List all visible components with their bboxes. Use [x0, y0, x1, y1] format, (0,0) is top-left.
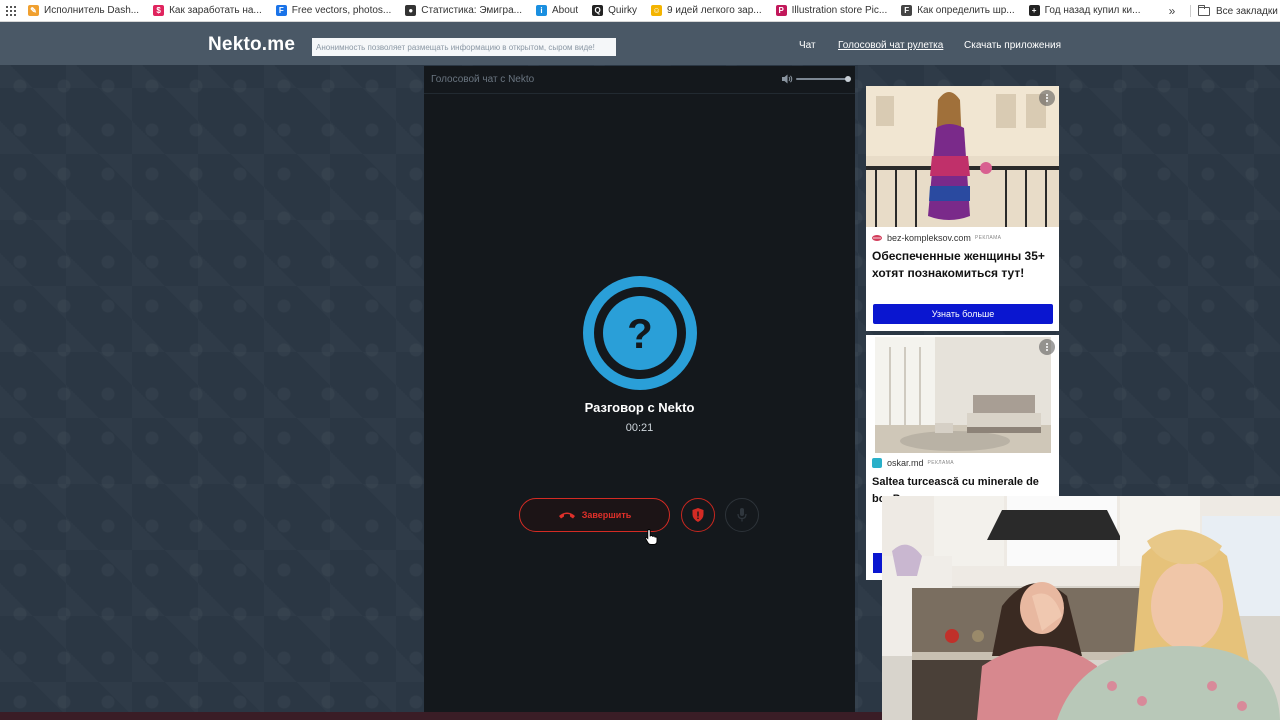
ad-title[interactable]: Обеспеченные женщины 35+ хотят познакоми…: [872, 248, 1054, 282]
bookmark-item[interactable]: Q Quirky: [584, 0, 643, 22]
oskar-logo-icon: [872, 458, 882, 468]
svg-text:?: ?: [627, 310, 653, 357]
bookmark-label: Год назад купил ки...: [1044, 5, 1141, 16]
font-icon: F: [901, 5, 913, 16]
ad-options-icon[interactable]: [1039, 339, 1055, 355]
volume-slider-thumb[interactable]: [845, 76, 851, 82]
voice-chat-panel: Голосовой чат с Nekto ? Разговор с Nekto…: [424, 66, 855, 712]
bookmark-label: About: [552, 5, 579, 16]
microphone-icon: [737, 508, 747, 522]
ad-cta-button[interactable]: Узнать больше: [873, 304, 1053, 324]
ad-source-label: oskar.md: [887, 458, 924, 468]
folder-icon: [1198, 4, 1210, 16]
ad-card-1[interactable]: bez-kompleksov.com РЕКЛАМА Обеспеченные …: [866, 86, 1059, 331]
microphone-button[interactable]: [725, 498, 759, 532]
nav-chat[interactable]: Чат: [799, 40, 816, 51]
about-icon: i: [536, 5, 547, 16]
bookmarks-bar: ✎ Исполнитель Dash... $ Как заработать на..…: [0, 0, 1280, 22]
report-button[interactable]: [681, 498, 715, 532]
site-tagline: Анонимность позволяет размещать информац…: [312, 38, 616, 56]
ad-source[interactable]: oskar.md РЕКЛАМА: [872, 458, 954, 468]
dollar-icon: $: [153, 5, 165, 16]
bookmark-label: Quirky: [608, 5, 638, 16]
call-timer: 00:21: [625, 422, 654, 434]
ad-image-woman: [866, 86, 1059, 227]
ad-mark: РЕКЛАМА: [927, 460, 955, 466]
bookmark-label: Статистика: Эмигра...: [421, 5, 522, 16]
bookmark-label: Illustration store Pic...: [791, 5, 888, 16]
taskbar-strip: [0, 712, 882, 720]
ad-source[interactable]: bez-kompleksov.com РЕКЛАМА: [872, 233, 1001, 243]
quirky-icon: Q: [592, 5, 604, 16]
bookmark-item[interactable]: $ Как заработать на...: [145, 0, 268, 22]
hand-cursor-icon: [644, 529, 658, 545]
shield-icon: [692, 508, 704, 522]
bookmark-label: Как заработать на...: [169, 5, 262, 16]
webcam-video-overlay: [882, 496, 1280, 720]
nav-download-apps[interactable]: Скачать приложения: [964, 40, 1061, 51]
bookmark-item[interactable]: + Год назад купил ки...: [1021, 0, 1147, 22]
bookmark-item[interactable]: F Как определить шр...: [893, 0, 1020, 22]
site-header: [0, 22, 1280, 65]
bookmark-item[interactable]: ● Статистика: Эмигра...: [397, 0, 528, 22]
bookmark-label: Как определить шр...: [917, 5, 1015, 16]
lips-icon: [872, 235, 882, 241]
ad-source-label: bez-kompleksov.com: [887, 233, 971, 243]
panel-title: Голосовой чат с Nekto: [431, 74, 535, 85]
bookmark-item[interactable]: P Illustration store Pic...: [768, 0, 894, 22]
ad-options-icon[interactable]: [1039, 90, 1055, 106]
panel-header: Голосовой чат с Nekto: [424, 66, 855, 94]
bookmark-label: 9 идей легкого зар...: [667, 5, 762, 16]
bookmarks-divider: [1190, 5, 1191, 17]
ad-image-bedroom: [875, 337, 1051, 453]
smile-icon: ☺: [651, 5, 663, 16]
anonymous-avatar-icon: ?: [583, 276, 697, 390]
bookmark-item[interactable]: ✎ Исполнитель Dash...: [20, 0, 145, 22]
globe-icon: ●: [405, 5, 417, 16]
bookmark-item[interactable]: ☺ 9 идей легкого зар...: [643, 0, 768, 22]
nav-voice-chat-roulette[interactable]: Голосовой чат рулетка: [838, 40, 943, 51]
volume-icon[interactable]: [781, 73, 793, 85]
bookmark-item[interactable]: i About: [528, 0, 584, 22]
end-call-button[interactable]: Завершить: [519, 498, 670, 532]
bookmark-item[interactable]: F Free vectors, photos...: [268, 0, 398, 22]
ad-mark: РЕКЛАМА: [974, 235, 1002, 241]
plus-icon: +: [1028, 5, 1040, 16]
picsart-icon: P: [775, 5, 787, 16]
all-bookmarks-label: Все закладки: [1216, 5, 1278, 17]
apps-icon[interactable]: [2, 0, 20, 22]
bookmark-label: Исполнитель Dash...: [44, 5, 140, 16]
pencil-icon: ✎: [28, 5, 39, 16]
bookmarks-more-button[interactable]: »: [1164, 0, 1180, 22]
freepik-icon: F: [275, 5, 287, 16]
volume-slider-track[interactable]: [796, 78, 848, 80]
hang-up-icon: [558, 512, 575, 519]
call-title: Разговор с Nekto: [584, 400, 695, 415]
all-bookmarks-button[interactable]: Все закладки: [1198, 0, 1278, 22]
site-logo[interactable]: Nekto.me: [208, 34, 295, 56]
bookmark-label: Free vectors, photos...: [291, 5, 392, 16]
end-call-label: Завершить: [581, 510, 632, 520]
